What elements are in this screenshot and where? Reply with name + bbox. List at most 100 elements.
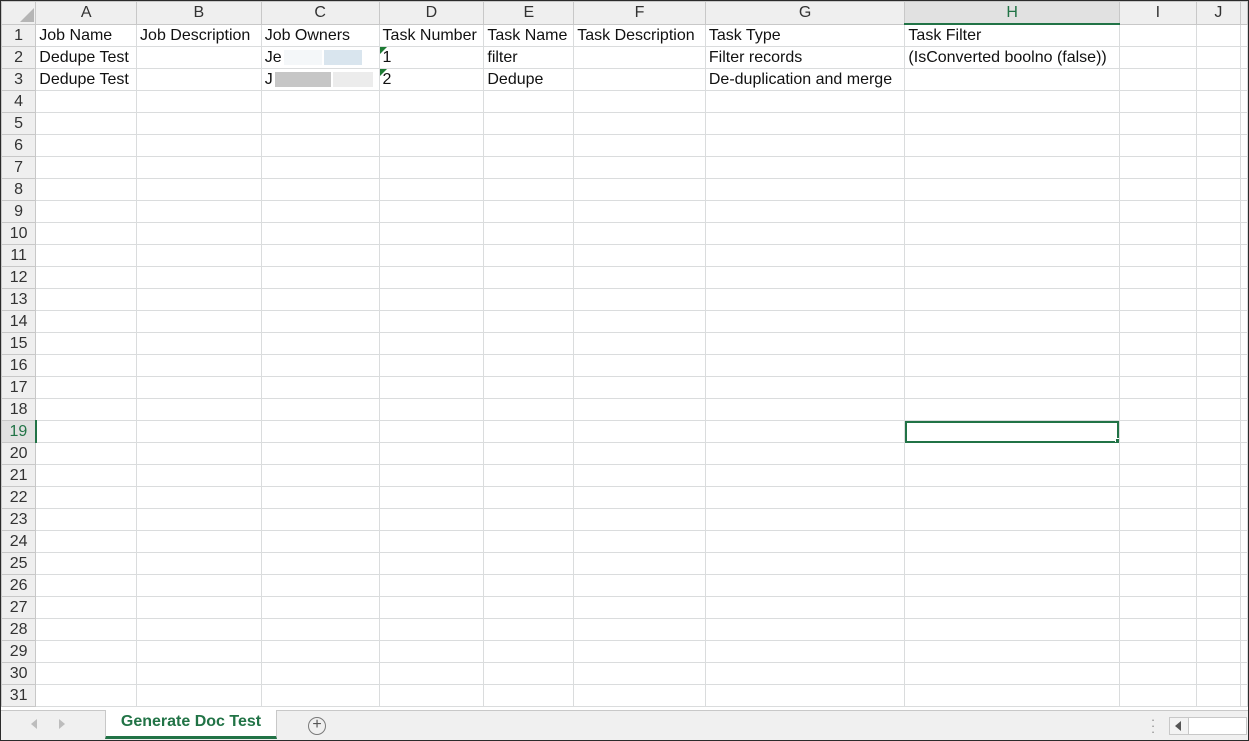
cell-a2[interactable]: Dedupe Test (35, 46, 138, 69)
cell-g5[interactable] (704, 112, 906, 135)
cell-d19[interactable] (378, 420, 485, 443)
row-header-31[interactable]: 31 (1, 684, 37, 707)
cell-a26[interactable] (35, 574, 138, 597)
cell-k5[interactable] (1240, 112, 1248, 135)
cell-j22[interactable] (1195, 486, 1242, 509)
cell-g3[interactable]: De-duplication and merge (704, 68, 906, 91)
cell-a28[interactable] (35, 618, 138, 641)
row-header-5[interactable]: 5 (1, 112, 37, 135)
cell-d8[interactable] (378, 178, 485, 201)
cell-b23[interactable] (136, 508, 262, 531)
cell-e22[interactable] (483, 486, 575, 509)
cell-f3[interactable] (573, 68, 706, 91)
cell-a4[interactable] (35, 90, 138, 113)
row-header-17[interactable]: 17 (1, 376, 37, 399)
cell-b14[interactable] (136, 310, 262, 333)
cell-h19[interactable] (904, 420, 1120, 443)
error-indicator-icon[interactable] (380, 47, 387, 54)
cell-j7[interactable] (1195, 156, 1242, 179)
cell-i15[interactable] (1118, 332, 1197, 355)
cell-d30[interactable] (378, 662, 485, 685)
cell-k15[interactable] (1240, 332, 1248, 355)
cell-i1[interactable] (1118, 23, 1197, 47)
cell-i14[interactable] (1118, 310, 1197, 333)
cell-d24[interactable] (378, 530, 485, 553)
cell-d11[interactable] (378, 244, 485, 267)
row-header-23[interactable]: 23 (1, 508, 37, 531)
cell-b16[interactable] (136, 354, 262, 377)
cell-g12[interactable] (704, 266, 906, 289)
cell-a16[interactable] (35, 354, 138, 377)
cell-i3[interactable] (1118, 68, 1197, 91)
cell-e24[interactable] (483, 530, 575, 553)
cell-f9[interactable] (573, 200, 706, 223)
cell-d31[interactable] (378, 684, 485, 707)
column-header-j[interactable]: J (1195, 1, 1242, 25)
cell-c30[interactable] (260, 662, 380, 685)
cell-f18[interactable] (573, 398, 706, 421)
fill-handle[interactable] (1114, 438, 1119, 442)
cell-c13[interactable] (260, 288, 380, 311)
cell-e8[interactable] (483, 178, 575, 201)
cell-i21[interactable] (1118, 464, 1197, 487)
cell-g26[interactable] (704, 574, 906, 597)
cell-k22[interactable] (1240, 486, 1248, 509)
cell-b30[interactable] (136, 662, 262, 685)
column-header-overflow[interactable] (1240, 1, 1248, 25)
cell-k8[interactable] (1240, 178, 1248, 201)
cell-g10[interactable] (704, 222, 906, 245)
cell-e7[interactable] (483, 156, 575, 179)
column-header-i[interactable]: I (1118, 1, 1197, 25)
cell-f27[interactable] (573, 596, 706, 619)
cell-a27[interactable] (35, 596, 138, 619)
cell-g27[interactable] (704, 596, 906, 619)
cell-h3[interactable] (904, 68, 1120, 91)
cell-i2[interactable] (1118, 46, 1197, 69)
cell-j28[interactable] (1195, 618, 1242, 641)
cell-f17[interactable] (573, 376, 706, 399)
cell-b18[interactable] (136, 398, 262, 421)
cell-h5[interactable] (904, 112, 1120, 135)
cell-a12[interactable] (35, 266, 138, 289)
cell-d3[interactable]: 2 (378, 68, 485, 91)
cell-b12[interactable] (136, 266, 262, 289)
cell-k12[interactable] (1240, 266, 1248, 289)
row-header-1[interactable]: 1 (1, 23, 37, 47)
cell-d13[interactable] (378, 288, 485, 311)
cell-k25[interactable] (1240, 552, 1248, 575)
cell-e18[interactable] (483, 398, 575, 421)
cell-j25[interactable] (1195, 552, 1242, 575)
column-header-a[interactable]: A (35, 1, 138, 25)
cell-i10[interactable] (1118, 222, 1197, 245)
cell-h2[interactable]: (IsConverted boolno (false)) (904, 46, 1120, 69)
cell-k24[interactable] (1240, 530, 1248, 553)
cell-i4[interactable] (1118, 90, 1197, 113)
cell-k17[interactable] (1240, 376, 1248, 399)
cell-d6[interactable] (378, 134, 485, 157)
cell-e1[interactable]: Task Name (483, 23, 575, 47)
cell-d14[interactable] (378, 310, 485, 333)
cell-e27[interactable] (483, 596, 575, 619)
cell-j18[interactable] (1195, 398, 1242, 421)
cell-c23[interactable] (260, 508, 380, 531)
cell-c26[interactable] (260, 574, 380, 597)
cell-a20[interactable] (35, 442, 138, 465)
cell-h31[interactable] (904, 684, 1120, 707)
cell-c6[interactable] (260, 134, 380, 157)
cell-h7[interactable] (904, 156, 1120, 179)
row-header-4[interactable]: 4 (1, 90, 37, 113)
column-header-g[interactable]: G (704, 1, 906, 25)
cell-e9[interactable] (483, 200, 575, 223)
cell-g22[interactable] (704, 486, 906, 509)
cell-g28[interactable] (704, 618, 906, 641)
cell-j17[interactable] (1195, 376, 1242, 399)
cell-g1[interactable]: Task Type (704, 23, 906, 47)
cell-b24[interactable] (136, 530, 262, 553)
cell-k6[interactable] (1240, 134, 1248, 157)
cell-i13[interactable] (1118, 288, 1197, 311)
cell-c4[interactable] (260, 90, 380, 113)
row-header-27[interactable]: 27 (1, 596, 37, 619)
cell-j24[interactable] (1195, 530, 1242, 553)
cell-e31[interactable] (483, 684, 575, 707)
cell-f31[interactable] (573, 684, 706, 707)
